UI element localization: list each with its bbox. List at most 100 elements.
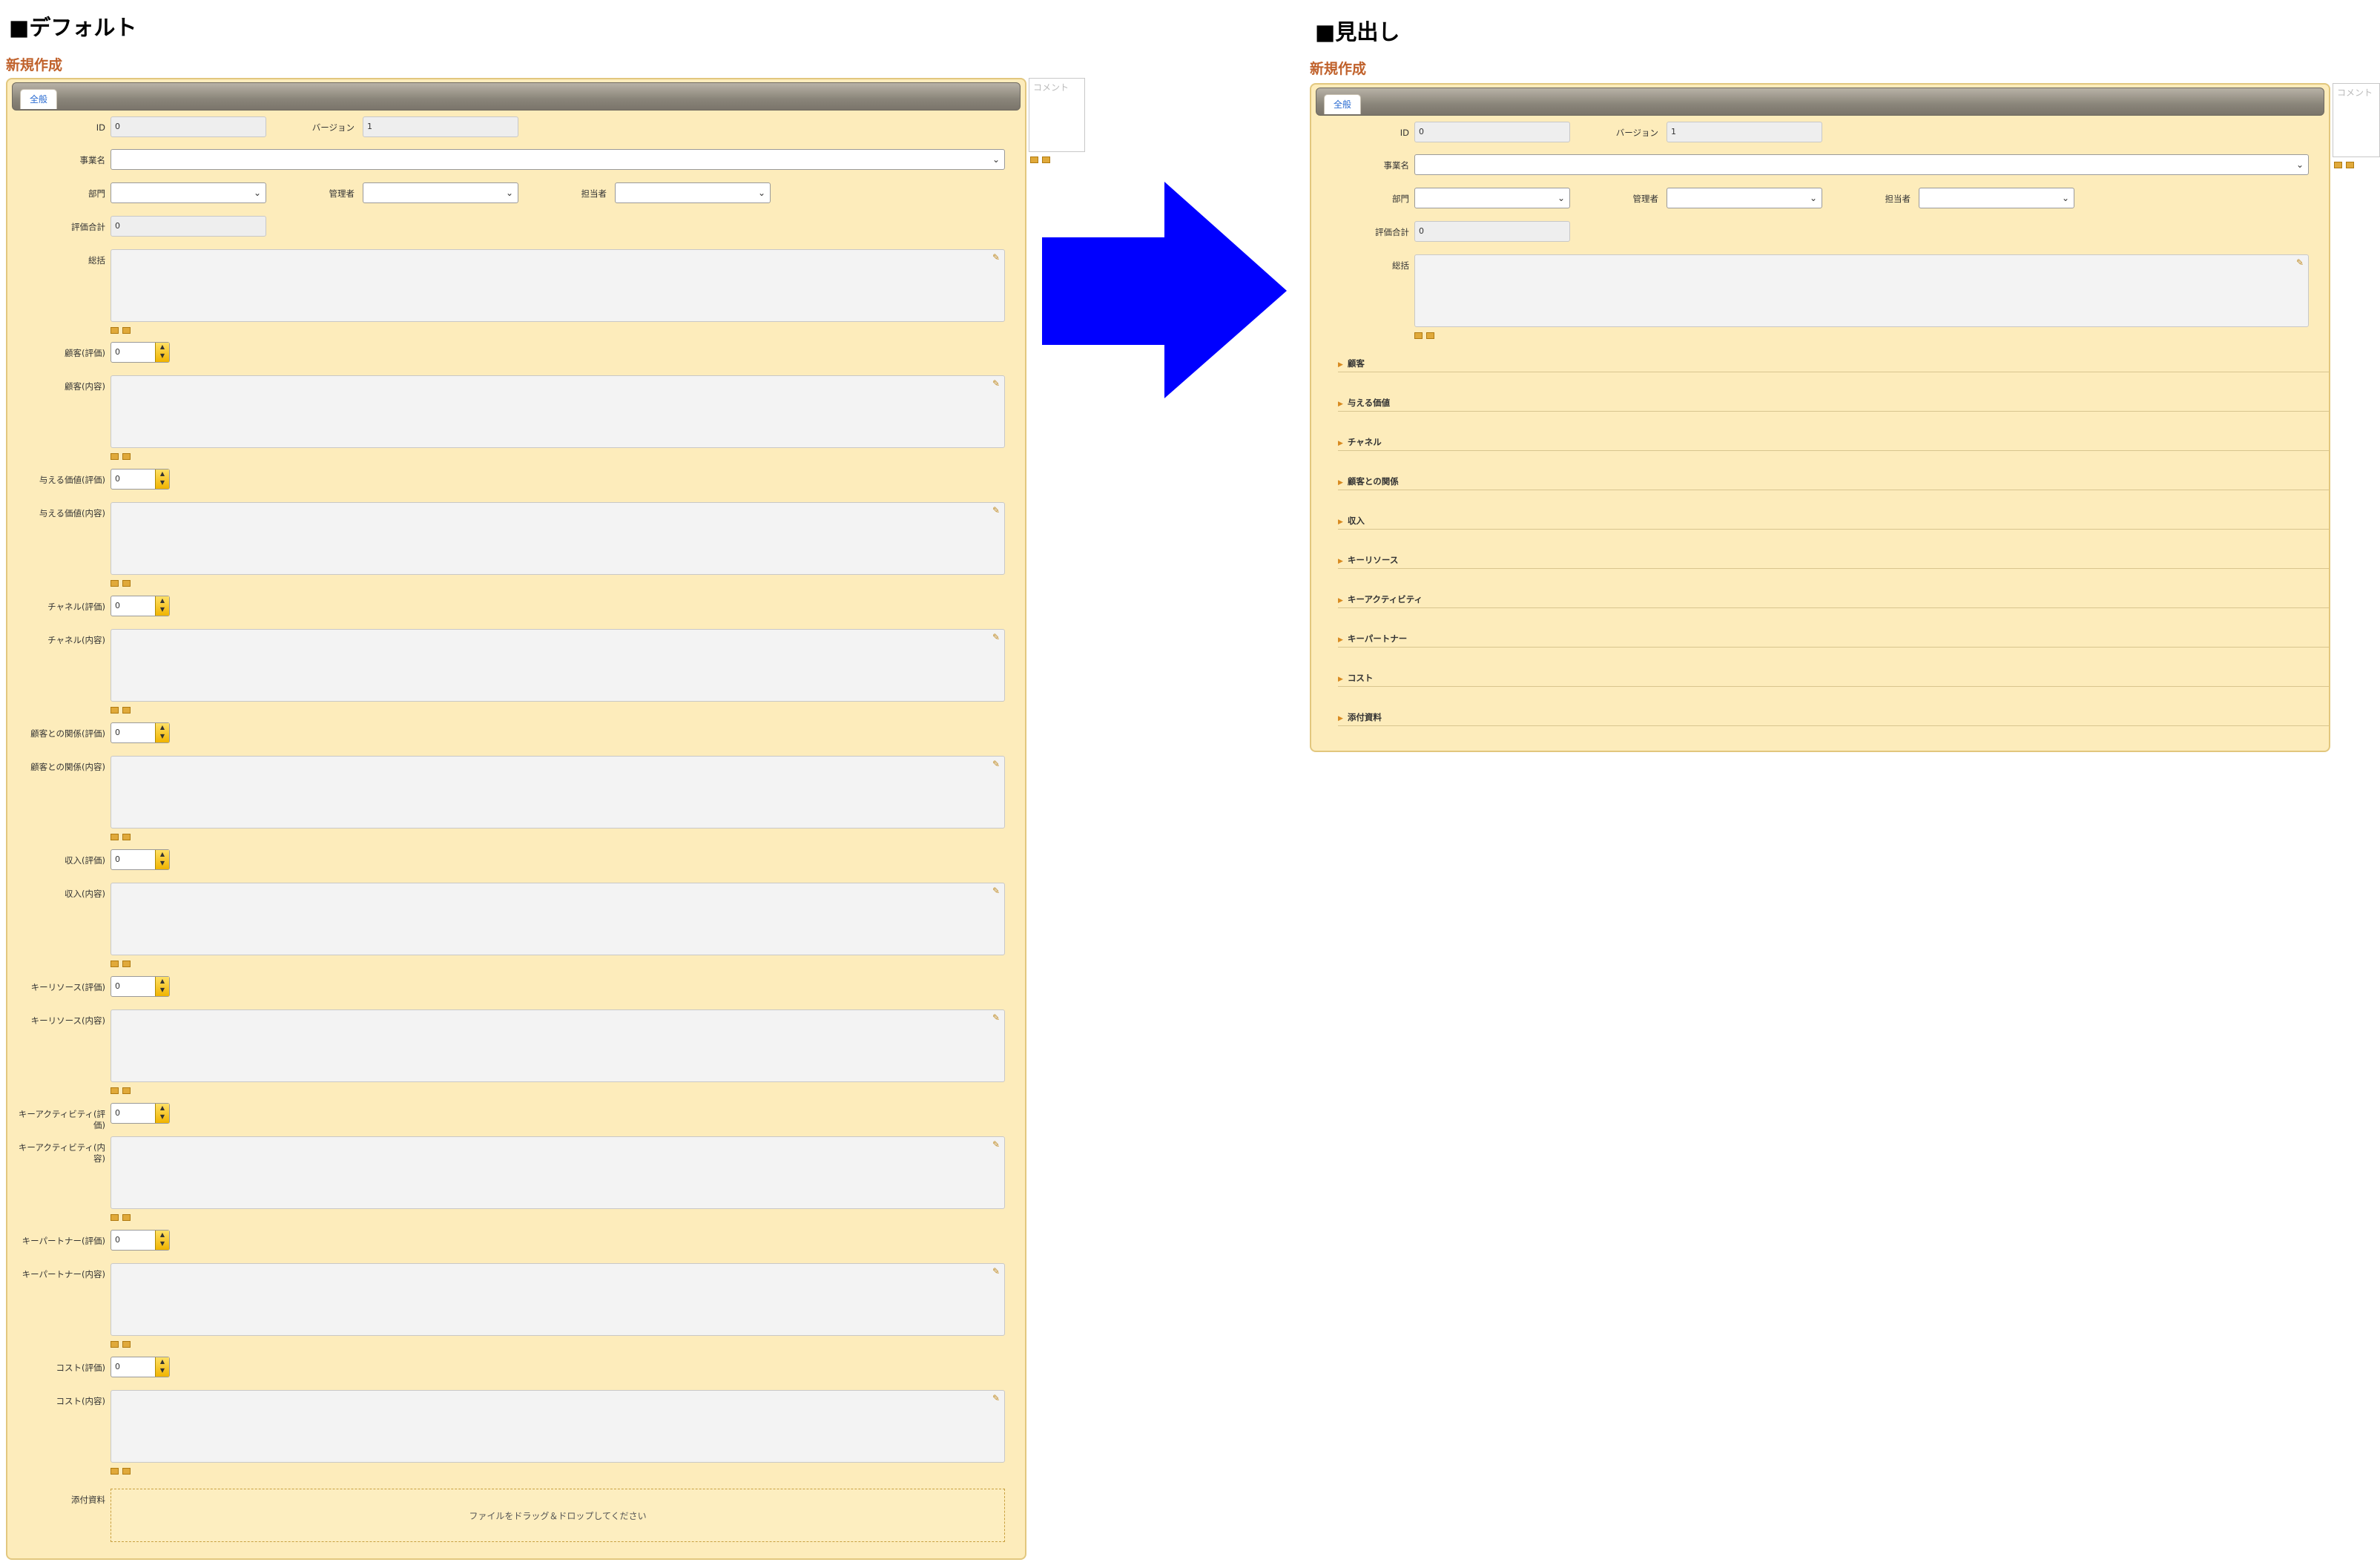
left-row-content-textarea[interactable]: ✎ [111, 1390, 1005, 1463]
table-icon[interactable] [122, 707, 131, 714]
pencil-icon[interactable]: ✎ [992, 1266, 1000, 1277]
caret-right-icon: ▶ [1338, 440, 1343, 447]
pencil-icon[interactable]: ✎ [992, 1139, 1000, 1150]
section-key-activities[interactable]: ▶ キーアクティビティ [1338, 593, 2329, 608]
table-icon[interactable] [122, 1214, 131, 1221]
spinner-arrows-icon[interactable]: ▲ ▼ [155, 470, 169, 489]
left-row-content-textarea[interactable]: ✎ [111, 756, 1005, 829]
left-total-score-field[interactable]: 0 [111, 216, 266, 237]
section-key-resources[interactable]: ▶ キーリソース [1338, 554, 2329, 569]
pencil-icon[interactable]: ✎ [992, 1012, 1000, 1023]
pencil-icon[interactable]: ✎ [992, 378, 1000, 389]
right-business-name-select[interactable]: ⌄ [1414, 154, 2309, 175]
left-row-score-spinner[interactable]: 0 ▲ ▼ [111, 1230, 170, 1251]
right-version-field[interactable]: 1 [1667, 122, 1822, 142]
table-icon[interactable] [122, 327, 131, 334]
spinner-arrows-icon[interactable]: ▲ ▼ [155, 1357, 169, 1377]
right-total-score-field[interactable]: 0 [1414, 221, 1570, 242]
image-icon[interactable] [1414, 332, 1423, 339]
left-row-content-textarea[interactable]: ✎ [111, 883, 1005, 955]
image-icon[interactable] [2334, 162, 2342, 168]
table-icon[interactable] [1426, 332, 1434, 339]
image-icon[interactable] [111, 1087, 119, 1094]
section-cost[interactable]: ▶ コスト [1338, 672, 2329, 687]
pencil-icon[interactable]: ✎ [992, 505, 1000, 515]
spinner-arrows-icon[interactable]: ▲ ▼ [155, 1231, 169, 1250]
table-icon[interactable] [122, 1468, 131, 1475]
spinner-arrows-icon[interactable]: ▲ ▼ [155, 977, 169, 996]
right-id-field[interactable]: 0 [1414, 122, 1570, 142]
left-department-select[interactable]: ⌄ [111, 182, 266, 203]
left-row-score-spinner[interactable]: 0 ▲ ▼ [111, 596, 170, 616]
left-person-in-charge-label: 担当者 [581, 188, 607, 199]
image-icon[interactable] [111, 1468, 119, 1475]
left-tab-general[interactable]: 全般 [20, 89, 57, 109]
pencil-icon[interactable]: ✎ [992, 632, 1000, 642]
right-person-in-charge-select[interactable]: ⌄ [1919, 188, 2074, 208]
image-icon[interactable] [111, 707, 119, 714]
spinner-arrows-icon[interactable]: ▲ ▼ [155, 1104, 169, 1123]
section-key-partners[interactable]: ▶ キーパートナー [1338, 633, 2329, 648]
left-row-content-textarea[interactable]: ✎ [111, 1263, 1005, 1336]
table-icon[interactable] [122, 961, 131, 967]
left-row-content-textarea[interactable]: ✎ [111, 1136, 1005, 1209]
pencil-icon[interactable]: ✎ [2296, 257, 2304, 268]
image-icon[interactable] [111, 1214, 119, 1221]
right-comment-box[interactable]: コメント [2333, 83, 2380, 157]
pencil-icon[interactable]: ✎ [992, 886, 1000, 896]
left-manager-select[interactable]: ⌄ [363, 182, 518, 203]
left-file-dropzone[interactable]: ファイルをドラッグ＆ドロップしてください [111, 1489, 1005, 1542]
table-icon[interactable] [122, 580, 131, 587]
left-total-score-label: 評価合計 [71, 222, 105, 232]
table-icon[interactable] [122, 1087, 131, 1094]
left-row-score-spinner[interactable]: 0 ▲ ▼ [111, 342, 170, 363]
left-business-name-select[interactable]: ⌄ [111, 149, 1005, 170]
left-summary-textarea[interactable]: ✎ [111, 249, 1005, 322]
image-icon[interactable] [111, 1341, 119, 1348]
pencil-icon[interactable]: ✎ [992, 1393, 1000, 1403]
left-row-content-textarea[interactable]: ✎ [111, 1009, 1005, 1082]
pencil-icon[interactable]: ✎ [992, 759, 1000, 769]
image-icon[interactable] [111, 327, 119, 334]
section-customer[interactable]: ▶ 顧客 [1338, 358, 2329, 372]
left-business-name-label: 事業名 [79, 155, 106, 165]
left-row-content-textarea[interactable]: ✎ [111, 375, 1005, 448]
left-row-score-spinner[interactable]: 0 ▲ ▼ [111, 976, 170, 997]
left-comment-box[interactable]: コメント [1029, 78, 1085, 152]
pencil-icon[interactable]: ✎ [992, 252, 1000, 263]
spinner-arrows-icon[interactable]: ▲ ▼ [155, 343, 169, 362]
section-channel[interactable]: ▶ チャネル [1338, 436, 2329, 451]
right-manager-select[interactable]: ⌄ [1667, 188, 1822, 208]
section-value[interactable]: ▶ 与える価値 [1338, 397, 2329, 412]
image-icon[interactable] [111, 834, 119, 840]
image-icon[interactable] [111, 961, 119, 967]
spinner-arrows-icon[interactable]: ▲ ▼ [155, 596, 169, 616]
image-icon[interactable] [111, 580, 119, 587]
section-attachments[interactable]: ▶ 添付資料 [1338, 711, 2329, 726]
right-tab-general[interactable]: 全般 [1324, 94, 1361, 114]
table-icon[interactable] [1042, 157, 1050, 163]
right-department-select[interactable]: ⌄ [1414, 188, 1570, 208]
left-row-score-spinner[interactable]: 0 ▲ ▼ [111, 722, 170, 743]
left-id-field[interactable]: 0 [111, 116, 266, 137]
table-icon[interactable] [122, 834, 131, 840]
left-row-content-textarea[interactable]: ✎ [111, 502, 1005, 575]
left-row-content-textarea[interactable]: ✎ [111, 629, 1005, 702]
left-row-score-spinner[interactable]: 0 ▲ ▼ [111, 469, 170, 490]
spinner-arrows-icon[interactable]: ▲ ▼ [155, 850, 169, 869]
table-icon[interactable] [122, 453, 131, 460]
table-icon[interactable] [122, 1341, 131, 1348]
left-version-field[interactable]: 1 [363, 116, 518, 137]
image-icon[interactable] [1030, 157, 1038, 163]
section-customer-relationship[interactable]: ▶ 顧客との関係 [1338, 475, 2329, 490]
image-icon[interactable] [111, 453, 119, 460]
section-label: コスト [1347, 673, 1374, 683]
section-revenue[interactable]: ▶ 収入 [1338, 515, 2329, 530]
left-row-score-spinner[interactable]: 0 ▲ ▼ [111, 849, 170, 870]
left-person-in-charge-select[interactable]: ⌄ [615, 182, 771, 203]
spinner-arrows-icon[interactable]: ▲ ▼ [155, 723, 169, 742]
table-icon[interactable] [2346, 162, 2354, 168]
left-row-score-spinner[interactable]: 0 ▲ ▼ [111, 1103, 170, 1124]
left-row-score-spinner[interactable]: 0 ▲ ▼ [111, 1357, 170, 1377]
right-summary-textarea[interactable]: ✎ [1414, 254, 2309, 327]
